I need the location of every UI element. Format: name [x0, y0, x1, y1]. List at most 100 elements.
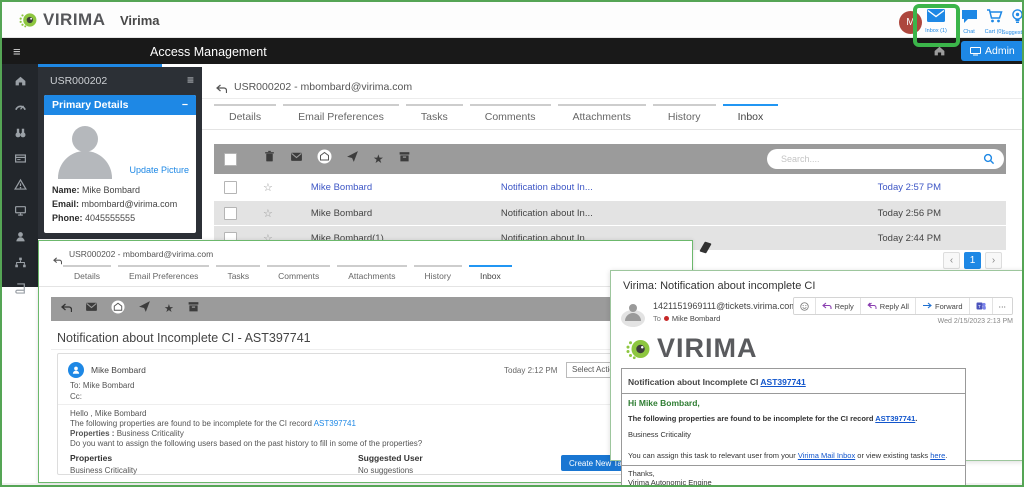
prev-page-button[interactable]: ‹ — [943, 252, 960, 269]
ci-record-link[interactable]: AST397741 — [760, 377, 805, 387]
primary-details-header[interactable]: Primary Details − — [44, 95, 196, 115]
lightbulb-icon — [1011, 9, 1024, 29]
tab-email-preferences[interactable]: Email Preferences — [283, 104, 399, 129]
forward-arrow-icon — [922, 302, 932, 310]
collapse-icon[interactable]: − — [182, 99, 188, 111]
email-time: Today 2:56 PM — [878, 208, 941, 219]
product-name: Virima — [120, 13, 160, 28]
sidebar-item-discovery[interactable] — [14, 126, 27, 139]
mail-actions-group: Reply Reply All Forward T ⋯ — [793, 297, 1013, 315]
email-row[interactable]: ☆ Mike Bombard Notification about In... … — [214, 201, 1006, 225]
existing-tasks-link[interactable]: here — [930, 451, 945, 460]
admin-button[interactable]: Admin — [961, 41, 1024, 61]
tab-inbox[interactable]: Inbox — [469, 265, 512, 286]
suggestions-nav[interactable]: Suggestions — [1000, 9, 1024, 36]
mail-body-line3: You can assign this task to relevant use… — [628, 451, 959, 460]
search-icon[interactable] — [983, 153, 995, 165]
tab-attachments[interactable]: Attachments — [558, 104, 646, 129]
notification-title: Notification about Incomplete CI — [628, 377, 760, 387]
tab-details[interactable]: Details — [63, 265, 111, 286]
mark-unread-icon[interactable] — [290, 150, 303, 168]
panel-menu-icon[interactable]: ≡ — [187, 73, 194, 87]
reply-button[interactable]: Reply — [815, 298, 860, 314]
more-actions-button[interactable]: ⋯ — [992, 298, 1013, 314]
tab-comments[interactable]: Comments — [267, 265, 330, 286]
teams-share-button[interactable]: T — [969, 298, 992, 314]
mark-read-icon[interactable] — [317, 149, 332, 169]
page-header-bar: ≡ Access Management Admin — [2, 38, 1022, 64]
update-picture-link[interactable]: Update Picture — [129, 165, 189, 175]
body-text: . — [915, 414, 917, 423]
send-icon[interactable] — [346, 150, 359, 168]
star-toggle-icon[interactable]: ☆ — [263, 181, 273, 194]
sidebar-item-alerts[interactable] — [14, 178, 27, 191]
tab-details[interactable]: Details — [214, 104, 276, 129]
search-input[interactable] — [767, 154, 983, 164]
mail-to-row: To Mike Bombard — [653, 314, 720, 323]
mail-date: Wed 2/15/2023 2:13 PM — [938, 318, 1013, 325]
mail-subject: Virima: Notification about incomplete CI — [623, 280, 815, 292]
primary-details-card: Primary Details − Update Picture Name: M… — [44, 95, 196, 233]
forward-button[interactable]: Forward — [915, 298, 969, 314]
email-time: Today 2:57 PM — [878, 182, 941, 193]
sidebar-item-docs[interactable] — [14, 282, 27, 295]
mark-unread-icon[interactable] — [85, 300, 98, 318]
outlook-mail-panel: Virima: Notification about incomplete CI… — [610, 270, 1024, 461]
virima-mail-inbox-link[interactable]: Virima Mail Inbox — [798, 451, 855, 460]
reply-all-arrow-icon — [867, 302, 877, 310]
ci-record-link[interactable]: AST397741 — [314, 419, 356, 428]
forward-label: Forward — [935, 302, 963, 311]
back-icon[interactable] — [216, 81, 227, 99]
properties-label: Properties : — [70, 429, 114, 438]
tab-history[interactable]: History — [653, 104, 716, 129]
tab-attachments[interactable]: Attachments — [337, 265, 406, 286]
email-subject: Notification about In... — [501, 182, 801, 193]
mail-body-line2: Business Criticality — [628, 430, 959, 439]
sidebar-item-assets[interactable] — [14, 152, 27, 165]
presence-dot-icon — [664, 316, 669, 321]
sidebar-item-users[interactable] — [14, 230, 27, 243]
sidebar-item-dashboard[interactable] — [14, 100, 27, 113]
tab-tasks[interactable]: Tasks — [406, 104, 463, 129]
menu-icon[interactable]: ≡ — [13, 44, 21, 59]
top-bar: VIRIMA Virima M Inbox (1) Chat Cart (0) — [2, 2, 1022, 38]
pagination: ‹ 1 › — [943, 252, 1002, 269]
body-text: The following properties are found to be… — [628, 414, 875, 423]
cc-line: Cc: — [70, 392, 82, 401]
archive-icon[interactable] — [398, 150, 411, 168]
to-line: To: Mike Bombard — [70, 381, 134, 390]
star-icon[interactable]: ★ — [164, 304, 174, 315]
detail-tab-bar: Details Email Preferences Tasks Comments… — [63, 265, 512, 286]
sidebar-item-topology[interactable] — [14, 256, 27, 269]
back-icon[interactable] — [61, 300, 72, 318]
ci-record-link[interactable]: AST397741 — [875, 414, 915, 423]
notification-footer-box: Thanks, Virima Autonomic Engine — [621, 465, 966, 487]
current-page[interactable]: 1 — [964, 252, 981, 269]
email-subject: Notification about In... — [501, 208, 801, 219]
archive-icon[interactable] — [187, 300, 200, 318]
tab-comments[interactable]: Comments — [470, 104, 551, 129]
tab-inbox[interactable]: Inbox — [723, 104, 779, 129]
email-label: Email: — [52, 199, 79, 209]
mark-read-icon[interactable] — [111, 300, 125, 319]
star-toggle-icon[interactable]: ☆ — [263, 207, 273, 220]
tab-email-preferences[interactable]: Email Preferences — [118, 265, 209, 286]
delete-icon[interactable] — [263, 150, 276, 168]
star-icon[interactable]: ★ — [373, 153, 384, 165]
sidebar-item-devices[interactable] — [14, 204, 27, 217]
to-name[interactable]: Mike Bombard — [672, 314, 720, 323]
back-icon[interactable] — [53, 252, 62, 270]
next-page-button[interactable]: › — [985, 252, 1002, 269]
reply-all-button[interactable]: Reply All — [860, 298, 915, 314]
send-icon[interactable] — [138, 300, 151, 318]
row-checkbox[interactable] — [224, 181, 237, 194]
chat-label: Chat — [963, 29, 975, 35]
emoji-reaction-button[interactable] — [794, 298, 815, 314]
row-checkbox[interactable] — [224, 207, 237, 220]
tab-history[interactable]: History — [414, 265, 462, 286]
sidebar-item-home[interactable] — [14, 74, 27, 87]
tab-tasks[interactable]: Tasks — [216, 265, 260, 286]
select-all-checkbox[interactable] — [224, 153, 237, 166]
email-row[interactable]: ☆ Mike Bombard Notification about In... … — [214, 175, 1006, 200]
breadcrumb: USR000202 - mbombard@virima.com — [234, 81, 412, 93]
